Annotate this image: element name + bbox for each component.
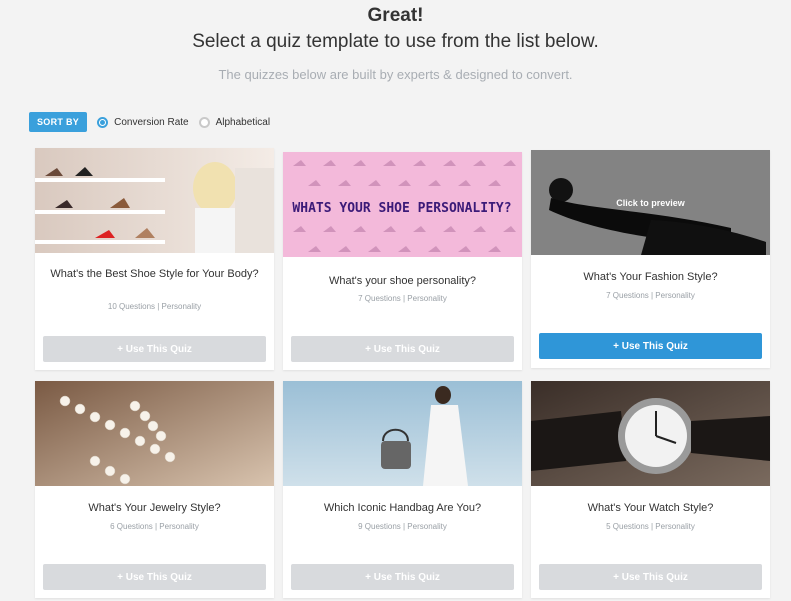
quiz-image-fashion[interactable]: Click to preview <box>531 150 770 255</box>
radio-checked-icon[interactable] <box>97 116 109 128</box>
page-tagline: The quizzes below are built by experts &… <box>218 67 573 82</box>
sort-option-conversion-rate[interactable]: Conversion Rate <box>97 116 189 128</box>
quiz-card[interactable]: What's Your Jewelry Style? 6 Questions |… <box>35 381 274 598</box>
use-quiz-button[interactable]: + Use This Quiz <box>43 336 266 362</box>
quiz-card[interactable]: WHATS YOUR SHOE PERSONALITY? What's your… <box>283 152 522 370</box>
quiz-meta: 6 Questions | Personality <box>110 522 199 531</box>
quiz-title: What's the Best Shoe Style for Your Body… <box>50 268 259 280</box>
click-to-preview-overlay[interactable]: Click to preview <box>531 150 770 255</box>
page-subtitle: Select a quiz template to use from the l… <box>192 31 599 52</box>
quiz-title: What's Your Jewelry Style? <box>88 502 221 514</box>
use-quiz-button[interactable]: + Use This Quiz <box>539 333 762 359</box>
quiz-title: Which Iconic Handbag Are You? <box>323 502 482 514</box>
quiz-title: What's your shoe personality? <box>328 275 476 287</box>
quiz-title: What's Your Fashion Style? <box>583 271 718 283</box>
sort-option-alphabetical[interactable]: Alphabetical <box>198 116 271 128</box>
sort-option-label: Alphabetical <box>215 116 271 128</box>
quiz-image-text: WHATS YOUR SHOE PERSONALITY? <box>292 201 511 216</box>
page-title: Great! <box>367 5 424 26</box>
quiz-meta: 9 Questions | Personality <box>358 522 447 531</box>
quiz-meta: 5 Questions | Personality <box>606 522 695 531</box>
quiz-title: What's Your Watch Style? <box>587 502 714 514</box>
quiz-image-shoe-pattern[interactable]: WHATS YOUR SHOE PERSONALITY? <box>283 152 522 257</box>
quiz-image-handbag[interactable] <box>283 381 522 486</box>
radio-unchecked-icon[interactable] <box>198 116 210 128</box>
sort-by-label: SORT BY <box>29 112 88 132</box>
sort-bar: SORT BY Conversion Rate Alphabetical <box>29 112 270 132</box>
quiz-card[interactable]: Click to preview What's Your Fashion Sty… <box>531 150 770 368</box>
use-quiz-button[interactable]: + Use This Quiz <box>43 564 266 590</box>
sort-option-label: Conversion Rate <box>114 116 189 128</box>
quiz-card[interactable]: What's the Best Shoe Style for Your Body… <box>35 148 274 370</box>
quiz-meta: 7 Questions | Personality <box>358 294 447 303</box>
use-quiz-button[interactable]: + Use This Quiz <box>291 336 514 362</box>
use-quiz-button[interactable]: + Use This Quiz <box>539 564 762 590</box>
quiz-image-watch[interactable] <box>531 381 770 486</box>
quiz-image-jewelry[interactable] <box>35 381 274 486</box>
quiz-image-shoes[interactable] <box>35 148 274 253</box>
quiz-meta: 10 Questions | Personality <box>107 302 202 311</box>
quiz-card[interactable]: What's Your Watch Style? 5 Questions | P… <box>531 381 770 598</box>
quiz-meta: 7 Questions | Personality <box>606 291 695 300</box>
use-quiz-button[interactable]: + Use This Quiz <box>291 564 514 590</box>
quiz-card[interactable]: Which Iconic Handbag Are You? 9 Question… <box>283 381 522 598</box>
